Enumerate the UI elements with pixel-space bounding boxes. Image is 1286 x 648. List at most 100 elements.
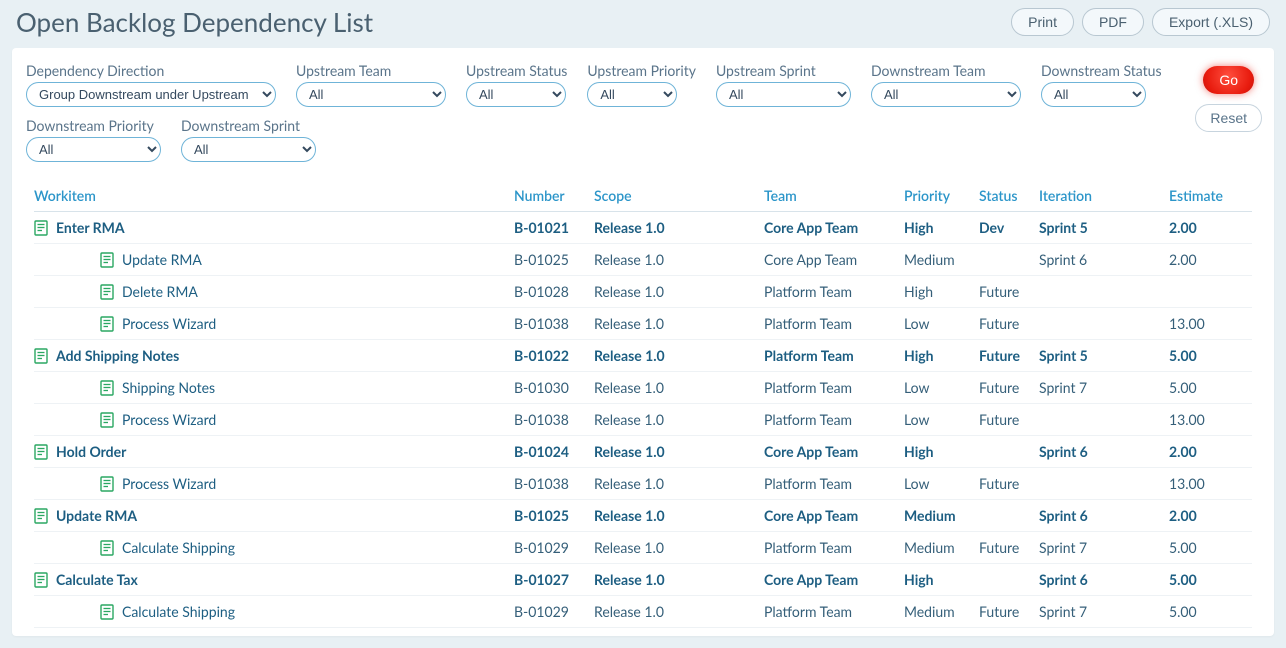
filter-select-downstream_status[interactable]: All: [1041, 82, 1146, 107]
table-row: Update RMAB-01025Release 1.0Core App Tea…: [34, 500, 1252, 532]
filter-select-dependency_direction[interactable]: Group Downstream under Upstream: [26, 82, 276, 107]
cell-priority: Medium: [904, 603, 979, 620]
col-number[interactable]: Number: [514, 187, 594, 204]
filter-select-downstream_sprint[interactable]: All: [181, 137, 316, 162]
cell-estimate: 13.00: [1169, 315, 1239, 332]
workitem-icon: [100, 316, 114, 332]
workitem-link[interactable]: Process Wizard: [122, 411, 216, 428]
workitem-link[interactable]: Shipping Notes: [122, 379, 215, 396]
workitem-icon: [100, 284, 114, 300]
cell-estimate: 13.00: [1169, 475, 1239, 492]
cell-number: B-01038: [514, 315, 594, 332]
filter-select-upstream_status[interactable]: All: [466, 82, 566, 107]
workitem-icon: [100, 380, 114, 396]
cell-number: B-01025: [514, 251, 594, 268]
cell-priority: High: [904, 219, 979, 236]
filter-upstream_status: Upstream Status All: [466, 62, 567, 107]
cell-workitem: Process Wizard: [34, 315, 514, 332]
workitem-link[interactable]: Delete RMA: [122, 283, 198, 300]
filter-upstream_priority: Upstream Priority All: [587, 62, 696, 107]
workitem-link[interactable]: Calculate Shipping: [122, 603, 235, 620]
workitem-link[interactable]: Process Wizard: [122, 315, 216, 332]
reset-button[interactable]: Reset: [1195, 104, 1262, 132]
export-xls-button[interactable]: Export (.XLS): [1152, 8, 1270, 36]
workitem-link[interactable]: Update RMA: [122, 251, 202, 268]
filter-select-upstream_priority[interactable]: All: [587, 82, 677, 107]
cell-estimate: 5.00: [1169, 571, 1239, 588]
cell-team: Platform Team: [764, 475, 904, 492]
cell-scope: Release 1.0: [594, 507, 764, 524]
cell-workitem: Calculate Shipping: [34, 539, 514, 556]
cell-workitem: Calculate Tax: [34, 571, 514, 588]
col-estimate[interactable]: Estimate: [1169, 187, 1239, 204]
workitem-link[interactable]: Add Shipping Notes: [56, 347, 179, 364]
cell-team: Core App Team: [764, 251, 904, 268]
filter-label: Upstream Status: [466, 62, 567, 79]
table-row: Enter RMAB-01021Release 1.0Core App Team…: [34, 212, 1252, 244]
cell-scope: Release 1.0: [594, 443, 764, 460]
cell-scope: Release 1.0: [594, 539, 764, 556]
cell-scope: Release 1.0: [594, 603, 764, 620]
workitem-link[interactable]: Process Wizard: [122, 475, 216, 492]
cell-scope: Release 1.0: [594, 251, 764, 268]
cell-status: Future: [979, 283, 1039, 300]
cell-iteration: Sprint 7: [1039, 379, 1169, 396]
filter-downstream_sprint: Downstream Sprint All: [181, 117, 316, 162]
table-row: Delete RMAB-01028Release 1.0Platform Tea…: [34, 276, 1252, 308]
cell-number: B-01025: [514, 507, 594, 524]
col-team[interactable]: Team: [764, 187, 904, 204]
cell-scope: Release 1.0: [594, 283, 764, 300]
cell-priority: Low: [904, 475, 979, 492]
table-row: Update RMA B-01025Release 1.0Core App Tea…: [34, 244, 1252, 276]
workitem-link[interactable]: Calculate Tax: [56, 571, 138, 588]
cell-number: B-01027: [514, 571, 594, 588]
workitem-link[interactable]: Enter RMA: [56, 219, 125, 236]
cell-iteration: Sprint 5: [1039, 347, 1169, 364]
cell-iteration: Sprint 6: [1039, 571, 1169, 588]
print-button[interactable]: Print: [1011, 8, 1074, 36]
cell-workitem: Update RMA: [34, 251, 514, 268]
cell-priority: Low: [904, 411, 979, 428]
filter-label: Downstream Sprint: [181, 117, 316, 134]
table-row: Hold OrderB-01024Release 1.0Core App Tea…: [34, 436, 1252, 468]
workitem-link[interactable]: Calculate Shipping: [122, 539, 235, 556]
table-row: Process WizardB-01038Release 1.0Platform…: [34, 468, 1252, 500]
go-button[interactable]: Go: [1203, 66, 1254, 94]
cell-number: B-01029: [514, 603, 594, 620]
col-priority[interactable]: Priority: [904, 187, 979, 204]
cell-number: B-01038: [514, 475, 594, 492]
cell-scope: Release 1.0: [594, 347, 764, 364]
cell-team: Platform Team: [764, 347, 904, 364]
cell-status: Future: [979, 539, 1039, 556]
filter-downstream_team: Downstream TeamAll: [871, 62, 1021, 107]
cell-workitem: Process Wizard: [34, 475, 514, 492]
filters-bar: Dependency DirectionGroup Downstream und…: [26, 62, 1260, 162]
cell-scope: Release 1.0: [594, 571, 764, 588]
cell-priority: High: [904, 283, 979, 300]
filter-select-downstream_team[interactable]: All: [871, 82, 1021, 107]
col-scope[interactable]: Scope: [594, 187, 764, 204]
cell-iteration: Sprint 7: [1039, 603, 1169, 620]
pdf-button[interactable]: PDF: [1082, 8, 1144, 36]
filter-label: Upstream Priority: [587, 62, 696, 79]
col-workitem[interactable]: Workitem: [34, 187, 514, 204]
cell-team: Platform Team: [764, 539, 904, 556]
cell-team: Core App Team: [764, 219, 904, 236]
filter-select-downstream_priority[interactable]: All: [26, 137, 161, 162]
table-row: Calculate ShippingB-01029Release 1.0Plat…: [34, 596, 1252, 628]
filter-select-upstream_sprint[interactable]: All: [716, 82, 851, 107]
cell-status: Future: [979, 347, 1039, 364]
cell-status: Future: [979, 315, 1039, 332]
cell-status: Dev: [979, 219, 1039, 236]
cell-team: Platform Team: [764, 315, 904, 332]
cell-workitem: Calculate Shipping: [34, 603, 514, 620]
cell-team: Platform Team: [764, 411, 904, 428]
col-iteration[interactable]: Iteration: [1039, 187, 1169, 204]
workitem-link[interactable]: Update RMA: [56, 507, 137, 524]
workitem-link[interactable]: Hold Order: [56, 443, 126, 460]
cell-status: Future: [979, 379, 1039, 396]
col-status[interactable]: Status: [979, 187, 1039, 204]
cell-team: Platform Team: [764, 283, 904, 300]
filter-select-upstream_team[interactable]: All: [296, 82, 446, 107]
filter-label: Downstream Status: [1041, 62, 1162, 79]
